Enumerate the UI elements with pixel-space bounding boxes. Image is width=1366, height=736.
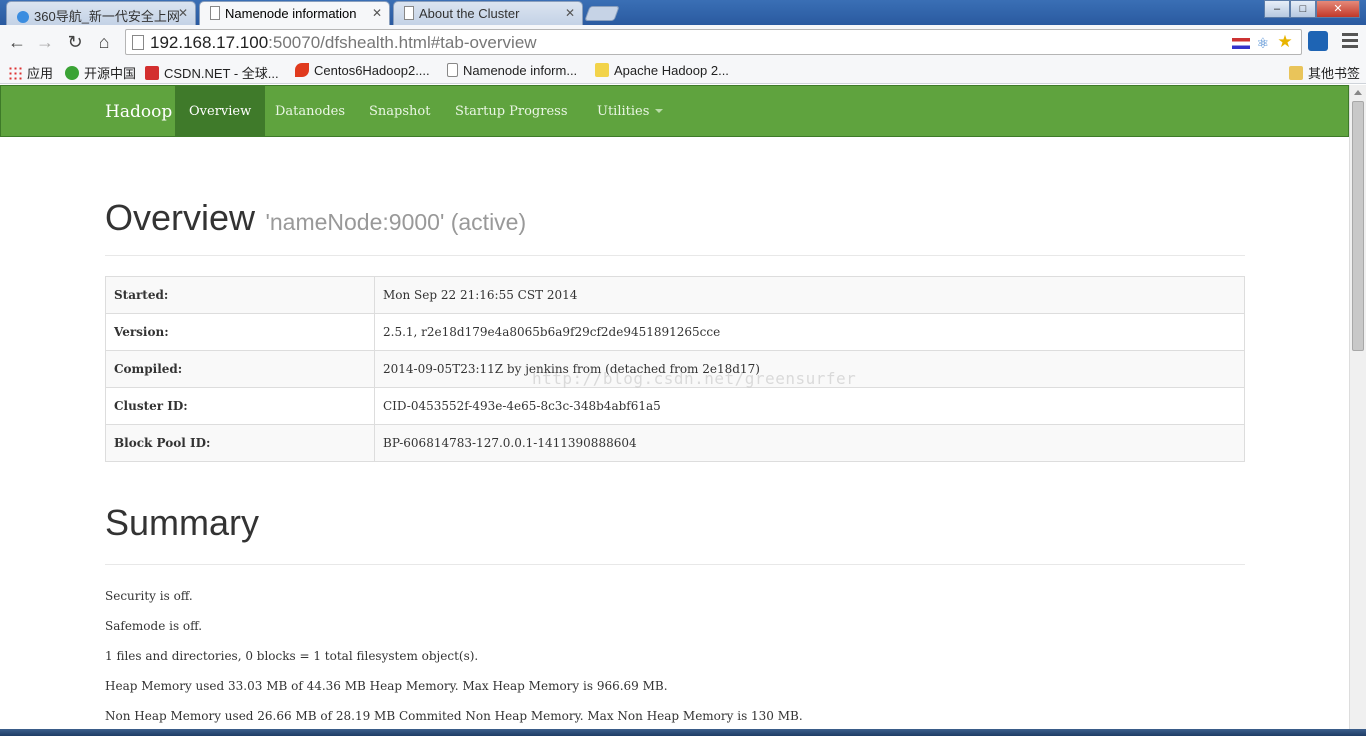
url-host: 192.168.17.100 [150, 33, 269, 52]
new-tab-button[interactable] [584, 6, 620, 21]
row-value: Mon Sep 22 21:16:55 CST 2014 [374, 276, 1245, 314]
reload-icon[interactable]: ↻ [64, 31, 86, 53]
row-value: BP-606814783-127.0.0.1-1411390888604 [374, 424, 1245, 462]
bookmark-label: CSDN.NET - 全球... [164, 66, 279, 81]
page-title: Overview [105, 197, 256, 238]
bookmark-oschina[interactable]: 开源中国 [65, 63, 136, 82]
flag-icon[interactable] [1232, 38, 1250, 49]
tab-datanodes[interactable]: Datanodes [261, 86, 359, 136]
bookmark-label: 应用 [27, 66, 54, 81]
bookmark-csdn[interactable]: CSDN.NET - 全球... [145, 63, 279, 82]
browser-toolbar: ← → ↻ ⌂ 192.168.17.100:50070/dfshealth.h… [0, 25, 1366, 59]
close-window-button[interactable]: ✕ [1316, 0, 1360, 18]
bookmark-centos-hadoop[interactable]: Centos6Hadoop2.... [295, 63, 430, 78]
hadoop-site-icon [295, 63, 309, 77]
row-key: Started: [105, 276, 375, 314]
back-arrow-icon[interactable]: ← [6, 31, 28, 53]
apps-grid-icon [8, 66, 22, 80]
table-row: Block Pool ID: BP-606814783-127.0.0.1-141… [105, 424, 1245, 462]
row-value: 2.5.1, r2e18d179e4a8065b6a9f29cf2de94518… [374, 313, 1245, 351]
home-icon[interactable]: ⌂ [93, 31, 115, 53]
tab-utilities-label: Utilities [597, 104, 650, 119]
url-path: :50070/dfshealth.html#tab-overview [268, 33, 537, 52]
tab-title: About the Cluster [419, 6, 520, 21]
summary-line: Heap Memory used 33.03 MB of 44.36 MB He… [105, 679, 668, 693]
hadoop-elephant-icon [595, 63, 609, 77]
menu-icon[interactable] [1342, 33, 1358, 49]
bookmark-label: Centos6Hadoop2.... [314, 63, 430, 78]
page-icon [210, 6, 220, 20]
bookmark-other-folder[interactable]: 其他书签 [1289, 63, 1360, 82]
close-tab-icon[interactable]: ✕ [372, 6, 382, 20]
navbar-brand[interactable]: Hadoop [105, 102, 172, 122]
row-key: Cluster ID: [105, 387, 375, 425]
hadoop-navbar: Hadoop Overview Datanodes Snapshot Start… [0, 85, 1349, 137]
tab-namenode-information[interactable]: Namenode information ✕ [199, 1, 390, 26]
globe-icon [17, 11, 29, 23]
close-tab-icon[interactable]: ✕ [565, 6, 575, 20]
bookmark-label: Apache Hadoop 2... [614, 63, 729, 78]
bookmark-apps[interactable]: 应用 [8, 63, 53, 82]
tab-utilities[interactable]: Utilities [583, 86, 677, 136]
summary-line: 1 files and directories, 0 blocks = 1 to… [105, 649, 479, 663]
tab-startup-progress[interactable]: Startup Progress [441, 86, 582, 136]
oschina-icon [65, 66, 79, 80]
tab-snapshot[interactable]: Snapshot [355, 86, 444, 136]
tab-overview[interactable]: Overview [175, 86, 266, 136]
browser-tab-strip: 360导航_新一代安全上网 ✕ Namenode information ✕ A… [0, 0, 1366, 26]
translate-icon[interactable]: ⚛ [1254, 35, 1272, 51]
table-row: Version: 2.5.1, r2e18d179e4a8065b6a9f29cf… [105, 313, 1245, 351]
page-icon [132, 35, 144, 50]
forward-arrow-icon[interactable]: → [34, 31, 56, 53]
page-icon [404, 6, 414, 20]
folder-icon [1289, 66, 1303, 80]
scroll-up-icon[interactable] [1354, 90, 1362, 95]
bookmark-apache-hadoop[interactable]: Apache Hadoop 2... [595, 63, 729, 78]
table-row: Started: Mon Sep 22 21:16:55 CST 2014 [105, 276, 1245, 314]
address-bar[interactable]: 192.168.17.100:50070/dfshealth.html#tab-… [125, 29, 1302, 55]
os-taskbar [0, 729, 1366, 736]
tab-360-nav[interactable]: 360导航_新一代安全上网 ✕ [6, 1, 196, 25]
bookmarks-bar: 应用 开源中国 CSDN.NET - 全球... Centos6Hadoop2.… [0, 59, 1366, 84]
table-row: Compiled: 2014-09-05T23:11Z by jenkins fr… [105, 350, 1245, 388]
tab-title: 360导航_新一代安全上网 [34, 9, 180, 24]
page-subtitle: 'nameNode:9000' (active) [265, 209, 527, 235]
table-row: Cluster ID: CID-0453552f-493e-4e65-8c3c-3… [105, 387, 1245, 425]
window-controls: – □ ✕ [1264, 0, 1360, 19]
star-bookmark-icon[interactable]: ★ [1276, 32, 1294, 51]
minimize-button[interactable]: – [1264, 0, 1290, 18]
maximize-button[interactable]: □ [1290, 0, 1316, 18]
summary-title: Summary [105, 502, 1245, 565]
row-key: Compiled: [105, 350, 375, 388]
bookmark-label: 其他书签 [1308, 66, 1361, 81]
bookmark-label: Namenode inform... [463, 63, 578, 78]
extension-icon[interactable] [1308, 31, 1328, 51]
row-key: Block Pool ID: [105, 424, 375, 462]
page-icon [447, 63, 458, 77]
caret-down-icon [655, 109, 664, 113]
summary-line: Security is off. [105, 589, 193, 603]
bookmark-label: 开源中国 [84, 66, 137, 81]
tab-about-the-cluster[interactable]: About the Cluster ✕ [393, 1, 583, 25]
csdn-icon [145, 66, 159, 80]
overview-header: Overview 'nameNode:9000' (active) [105, 197, 1245, 256]
close-tab-icon[interactable]: ✕ [178, 6, 188, 20]
summary-line: Safemode is off. [105, 619, 203, 633]
page-viewport: Hadoop Overview Datanodes Snapshot Start… [0, 85, 1349, 736]
tab-title: Namenode information [225, 6, 357, 21]
row-value: 2014-09-05T23:11Z by jenkins from (detac… [374, 350, 1245, 388]
row-key: Version: [105, 313, 375, 351]
main-content: Overview 'nameNode:9000' (active) Starte… [105, 137, 1245, 736]
overview-table: Started: Mon Sep 22 21:16:55 CST 2014 Ver… [105, 276, 1245, 462]
bookmark-namenode[interactable]: Namenode inform... [447, 63, 577, 78]
page-scrollbar[interactable] [1349, 85, 1366, 736]
row-value: CID-0453552f-493e-4e65-8c3c-348b4abf61a5 [374, 387, 1245, 425]
scrollbar-thumb[interactable] [1352, 101, 1364, 351]
summary-lines: Security is off. Safemode is off. 1 file… [105, 587, 1245, 736]
